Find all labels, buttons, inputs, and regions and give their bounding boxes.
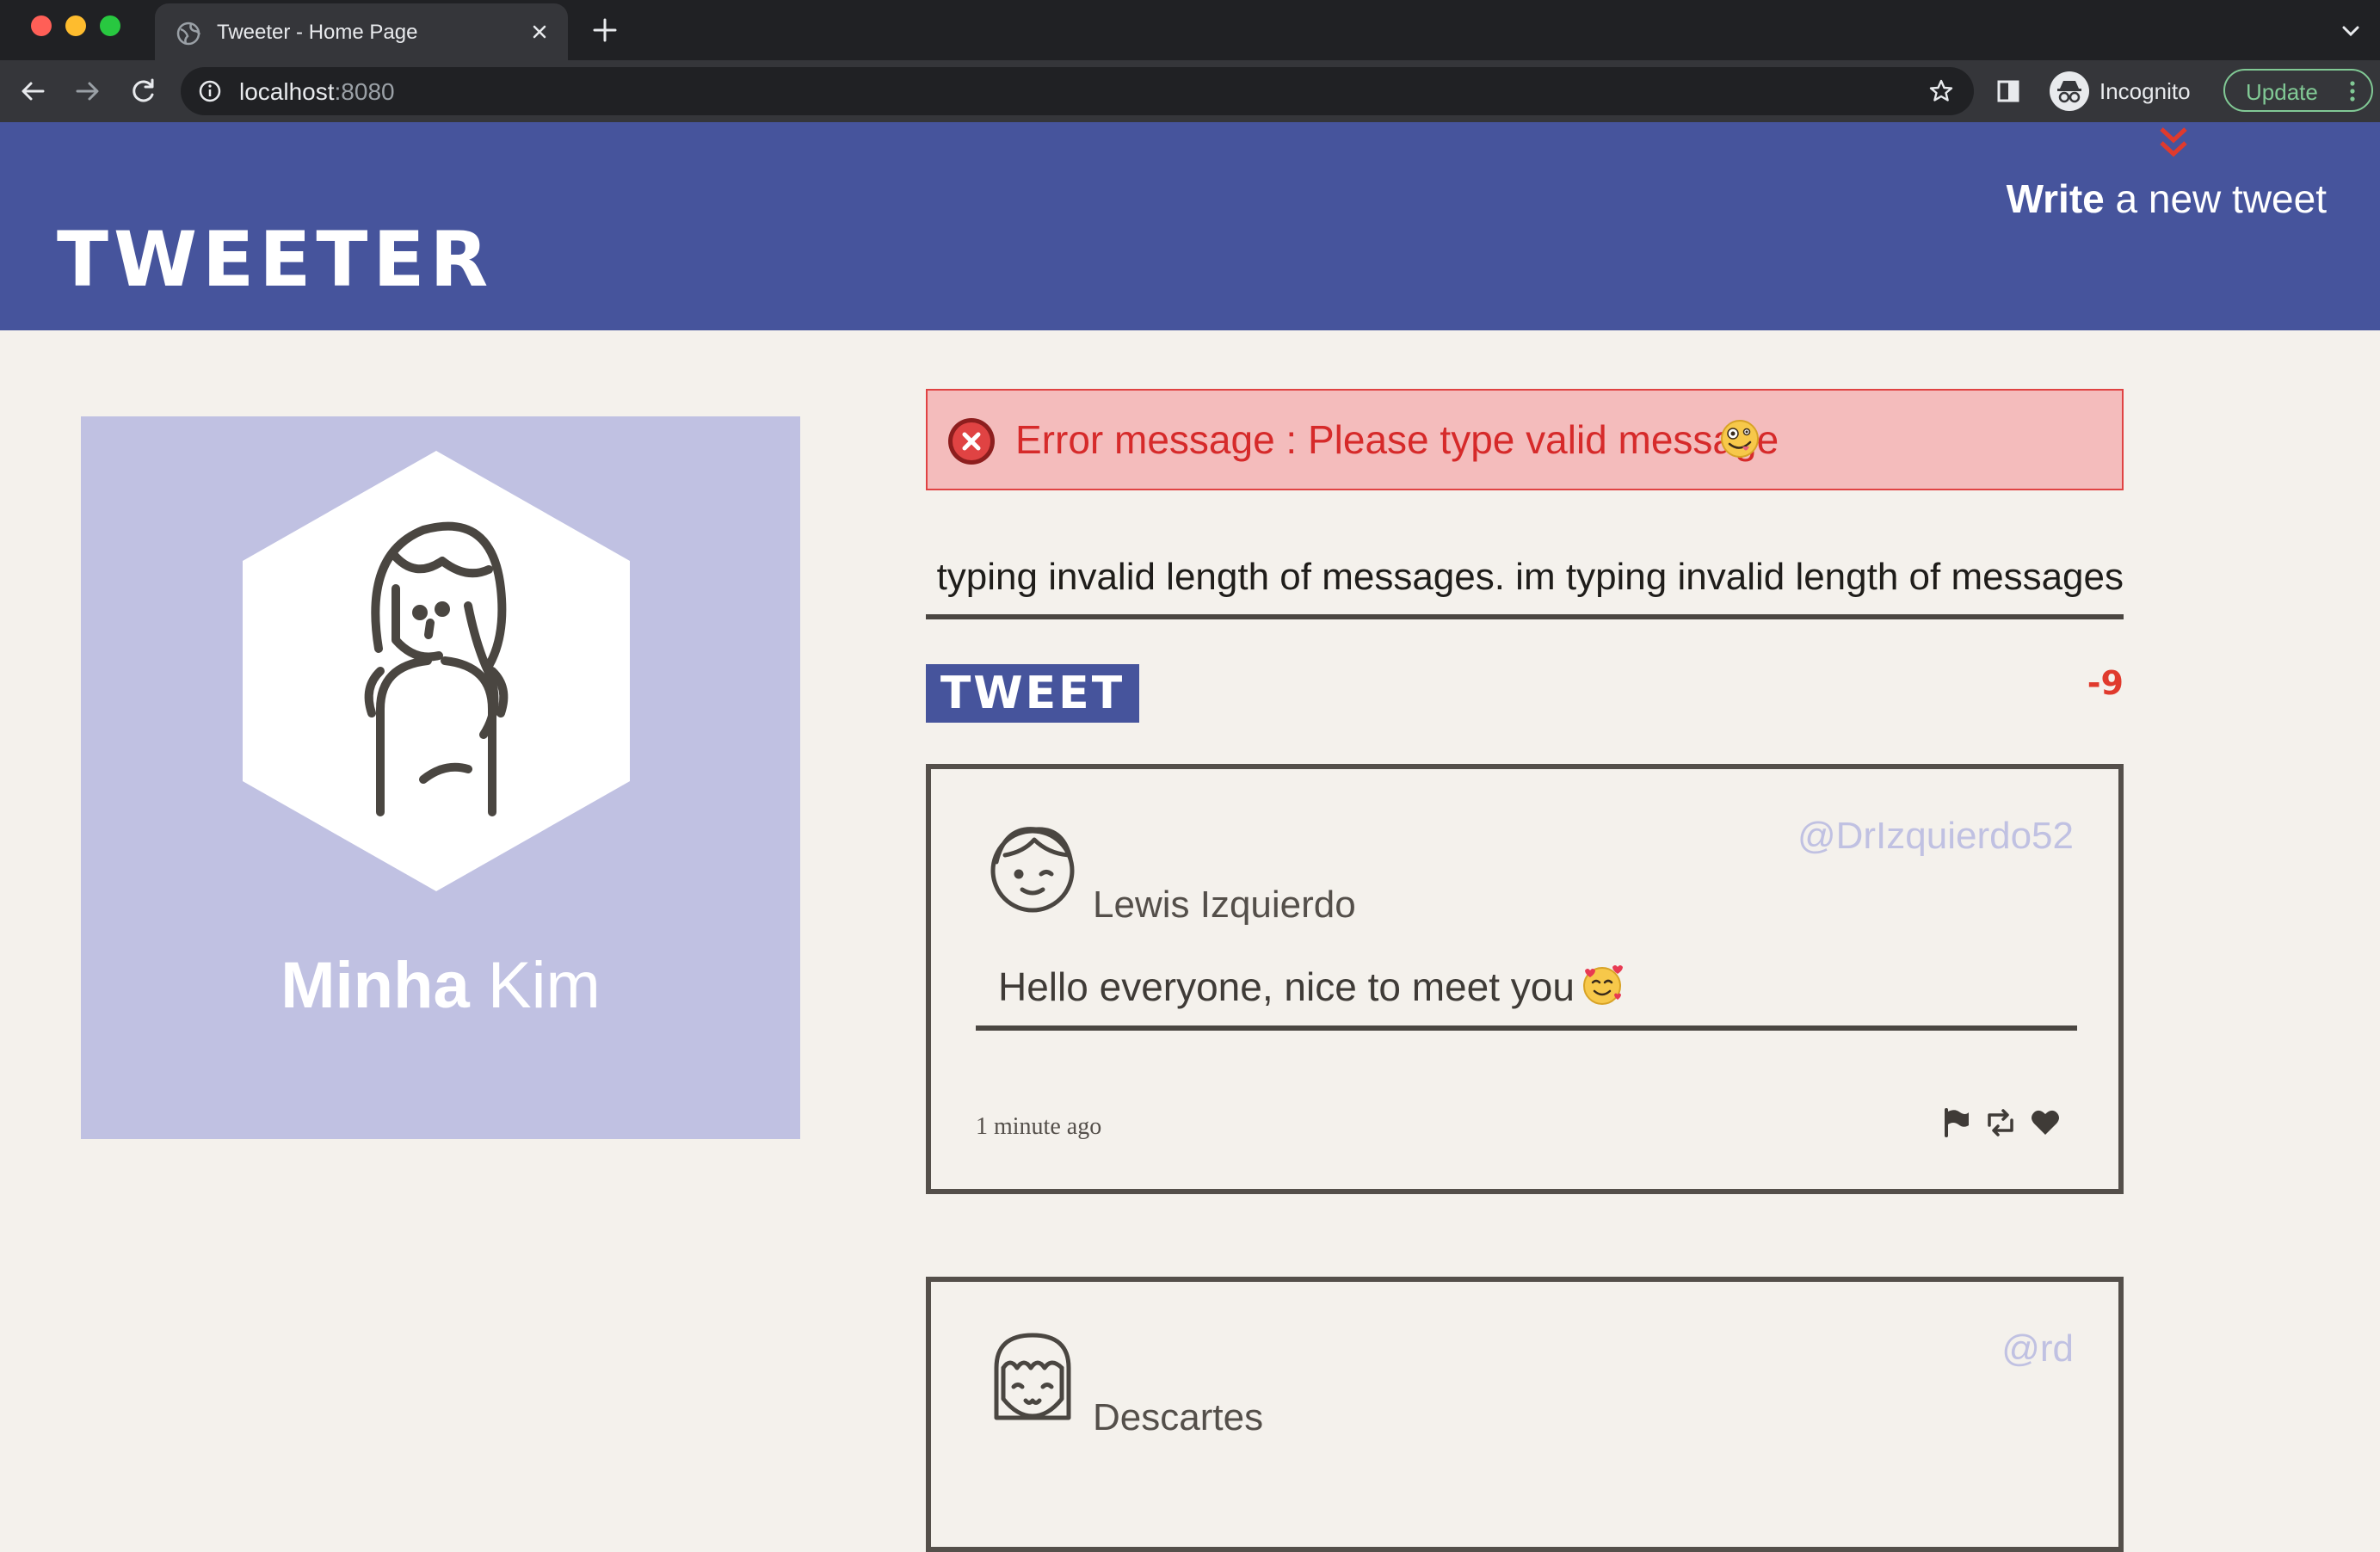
tab-title: Tweeter - Home Page <box>217 21 418 44</box>
window-close-button[interactable] <box>31 15 52 36</box>
tweet-handle[interactable]: @rd <box>2001 1330 2074 1368</box>
address-bar[interactable]: localhost:8080 <box>181 67 1974 115</box>
star-icon[interactable] <box>1927 77 1955 105</box>
side-panel-icon[interactable] <box>1995 77 2022 105</box>
tweet-text-input[interactable] <box>926 540 2124 619</box>
heart-icon[interactable] <box>2029 1106 2062 1139</box>
browser-tab-strip: Tweeter - Home Page <box>0 0 2380 60</box>
profile-name: Minha Kim <box>81 953 800 1019</box>
window-zoom-button[interactable] <box>100 15 120 36</box>
tweet-handle[interactable]: @DrIzquierdo52 <box>1797 817 2074 855</box>
smiling-face-with-hearts-icon <box>1583 965 1623 1005</box>
chevron-down-icon[interactable] <box>2339 19 2363 43</box>
url-text: localhost:8080 <box>239 78 395 106</box>
incognito-icon[interactable] <box>2050 71 2089 111</box>
browser-toolbar: localhost:8080 Incognito Update <box>0 60 2380 122</box>
error-x-icon <box>948 418 995 465</box>
zany-face-icon <box>1721 420 1759 458</box>
update-label: Update <box>2246 79 2318 105</box>
error-message-box: Error message : Please type valid messag… <box>926 389 2124 490</box>
close-tab-icon[interactable] <box>527 19 552 45</box>
tweet-card: @DrIzquierdo52 Lewis Izquierdo Hello eve… <box>926 764 2124 1194</box>
browser-tab-active[interactable]: Tweeter - Home Page <box>155 3 568 60</box>
user-avatar <box>990 827 1075 913</box>
profile-avatar <box>243 451 630 891</box>
url-host: localhost <box>239 78 335 105</box>
profile-card: Minha Kim <box>81 416 800 1139</box>
profile-last-name: Kim <box>469 949 601 1022</box>
window-minimize-button[interactable] <box>65 15 86 36</box>
profile-first-name: Minha <box>281 949 470 1022</box>
retweet-icon[interactable] <box>1984 1106 2017 1139</box>
back-arrow-icon[interactable] <box>15 74 50 108</box>
info-icon[interactable] <box>198 79 222 103</box>
incognito-label: Incognito <box>2099 78 2191 104</box>
update-button[interactable]: Update <box>2223 69 2373 112</box>
more-vert-icon[interactable] <box>2346 79 2359 103</box>
new-tab-icon[interactable] <box>590 15 620 45</box>
write-link-rest: a new tweet <box>2104 176 2328 221</box>
globe-icon <box>176 22 201 46</box>
tweet-submit-button[interactable]: TWEET <box>926 664 1139 723</box>
tweet-author-name: Lewis Izquierdo <box>1093 884 1356 926</box>
tweet-timestamp: 1 minute ago <box>976 1113 1102 1140</box>
user-avatar <box>994 1333 1071 1420</box>
tweet-author-name: Descartes <box>1093 1396 1264 1438</box>
write-link-strong: Write <box>2006 176 2105 221</box>
site-logo[interactable]: TWEETER <box>57 222 493 298</box>
error-message-text: Error message : Please type valid messag… <box>1015 417 1779 462</box>
url-port: :8080 <box>334 78 395 105</box>
double-chevron-down-icon[interactable] <box>2155 124 2192 162</box>
tweet-content: Hello everyone, nice to meet you <box>976 953 2077 1031</box>
site-header: TWEETER Write a new tweet <box>0 122 2380 330</box>
tweet-text: Hello everyone, nice to meet you <box>998 964 1575 1009</box>
tweet-card: @rd Descartes <box>926 1277 2124 1552</box>
reload-icon[interactable] <box>126 74 160 108</box>
write-new-tweet-link[interactable]: Write a new tweet <box>2007 179 2327 219</box>
flag-icon[interactable] <box>1939 1106 1972 1139</box>
forward-arrow-icon[interactable] <box>71 74 105 108</box>
character-counter: -9 <box>2087 664 2124 702</box>
